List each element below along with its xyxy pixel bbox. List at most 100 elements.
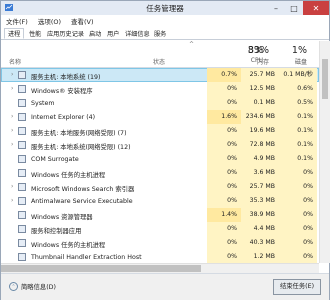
fewer-details-link[interactable]: ⌃ 简略信息(D) (9, 282, 56, 291)
col-disk[interactable]: 磁盘 (277, 57, 307, 66)
process-name: System (31, 99, 55, 107)
cpu-cell: 0% (207, 152, 241, 166)
memory-cell: 1.2 MB (241, 250, 279, 263)
title-bar[interactable]: 任务管理器 – □ ✕ (1, 1, 329, 15)
disk-cell: 0% (279, 236, 317, 250)
memory-cell: 25.7 MB (241, 68, 279, 82)
process-icon (18, 169, 26, 177)
col-status[interactable]: 状态 (153, 57, 165, 66)
process-row[interactable]: › Windows® 安装程序 0% 12.5 MB 0.6% (1, 82, 319, 96)
col-memory[interactable]: 内存 (241, 57, 269, 66)
expand-chevron-icon[interactable]: › (11, 183, 13, 190)
memory-cell: 19.6 MB (241, 124, 279, 138)
sort-indicator: ^ (189, 41, 195, 48)
expand-chevron-icon[interactable]: › (11, 197, 13, 204)
process-icon (18, 155, 26, 163)
memory-cell: 4.9 MB (241, 152, 279, 166)
process-icon (18, 197, 26, 205)
process-list: › 服务主机: 本地系统 (19) 0.7% 25.7 MB 0.1 MB/秒 › Wind… (1, 68, 319, 263)
disk-total: 1% (291, 45, 307, 56)
process-row[interactable]: › Internet Explorer (4) 1.6% 234.6 MB 0.1% (1, 110, 319, 124)
process-name: COM Surrogate (31, 155, 79, 163)
collapse-arrow-icon: ⌃ (9, 282, 18, 291)
process-row[interactable]: › Microsoft Windows Search 索引器 0% 25.7 MB 0% (1, 180, 319, 194)
disk-cell: 0% (279, 222, 317, 236)
disk-cell: 0.1% (279, 152, 317, 166)
process-row[interactable]: › Antimalware Service Executable 0% 35.3 MB… (1, 194, 319, 208)
horizontal-scrollbar[interactable] (1, 263, 319, 273)
memory-cell: 25.7 MB (241, 180, 279, 194)
process-name: Antimalware Service Executable (31, 197, 133, 205)
process-icon (18, 113, 26, 121)
disk-cell: 0.1% (279, 110, 317, 124)
fewer-details-label: 简略信息(D) (21, 284, 56, 291)
disk-cell: 0% (279, 194, 317, 208)
menu-bar: 文件(F) 选项(O) 查看(V) (1, 15, 329, 27)
disk-cell: 0.1% (279, 124, 317, 138)
tab-app-history[interactable]: 应用历史记录 (43, 28, 88, 39)
process-row[interactable]: Windows 任务的主机进程 0% 40.3 MB 0% (1, 236, 319, 250)
process-row[interactable]: Thumbnail Handler Extraction Host 0% 1.2 M… (1, 250, 319, 263)
process-row[interactable]: COM Surrogate 0% 4.9 MB 0.1% (1, 152, 319, 166)
memory-cell: 0.1 MB (241, 96, 279, 110)
cpu-cell: 0.7% (207, 68, 241, 82)
process-icon (18, 183, 26, 191)
process-name: 服务主机: 本地系统 (19) (31, 73, 101, 81)
expand-chevron-icon[interactable]: › (11, 127, 13, 134)
vertical-scroll-thumb[interactable] (322, 59, 328, 99)
tab-services[interactable]: 服务 (150, 28, 170, 39)
memory-cell: 12.5 MB (241, 82, 279, 96)
process-name: Windows 任务的主机进程 (31, 171, 106, 179)
process-icon (18, 211, 26, 219)
expand-chevron-icon[interactable]: › (11, 85, 13, 92)
memory-cell: 4.4 MB (241, 222, 279, 236)
process-name: 服务和控制器应用 (31, 227, 82, 235)
process-row[interactable]: System 0% 0.1 MB 0.5% (1, 96, 319, 110)
process-name: Microsoft Windows Search 索引器 (31, 185, 135, 193)
col-name[interactable]: 名称 (9, 57, 21, 66)
cpu-cell: 0% (207, 96, 241, 110)
tab-bar: 进程 性能 应用历史记录 启动 用户 详细信息 服务 (1, 27, 329, 40)
process-row[interactable]: 服务和控制器应用 0% 4.4 MB 0% (1, 222, 319, 236)
tab-processes[interactable]: 进程 (4, 28, 25, 39)
minimize-button[interactable]: – (267, 1, 285, 15)
cpu-cell: 1.6% (207, 110, 241, 124)
cpu-cell: 0% (207, 138, 241, 152)
disk-cell: 0.5% (279, 96, 317, 110)
menu-options[interactable]: 选项(O) (33, 16, 66, 26)
expand-chevron-icon[interactable]: › (11, 141, 13, 148)
memory-cell: 72.8 MB (241, 138, 279, 152)
footer-bar: ⌃ 简略信息(D) 结束任务(E) (1, 273, 329, 300)
disk-cell: 0% (279, 208, 317, 222)
disk-cell: 0% (279, 166, 317, 180)
expand-chevron-icon[interactable]: › (11, 113, 13, 120)
memory-cell: 40.3 MB (241, 236, 279, 250)
process-icon (18, 225, 26, 233)
process-icon (18, 71, 26, 79)
process-icon (18, 239, 26, 247)
process-row[interactable]: Windows 资源管理器 1.4% 38.9 MB 0% (1, 208, 319, 222)
expand-chevron-icon[interactable]: › (11, 71, 13, 78)
cpu-cell: 0% (207, 82, 241, 96)
process-icon (18, 127, 26, 135)
process-name: Internet Explorer (4) (31, 113, 96, 121)
vertical-scrollbar[interactable] (319, 41, 330, 263)
maximize-button[interactable]: □ (285, 1, 303, 15)
process-row[interactable]: Windows 任务的主机进程 0% 3.6 MB 0% (1, 166, 319, 180)
cpu-cell: 1.4% (207, 208, 241, 222)
process-name: Windows® 安装程序 (31, 87, 93, 95)
horizontal-scroll-thumb[interactable] (1, 265, 201, 272)
menu-view[interactable]: 查看(V) (66, 16, 99, 26)
process-name: 服务主机: 本地服务(网络受限) (7) (31, 129, 127, 137)
menu-file[interactable]: 文件(F) (1, 16, 33, 26)
tab-details[interactable]: 详细信息 (121, 28, 154, 39)
memory-cell: 3.6 MB (241, 166, 279, 180)
process-row[interactable]: › 服务主机: 本地系统(网络受限) (12) 0% 72.8 MB 0.1% (1, 138, 319, 152)
close-button[interactable]: ✕ (303, 1, 329, 15)
cpu-cell: 0% (207, 166, 241, 180)
process-row[interactable]: › 服务主机: 本地服务(网络受限) (7) 0% 19.6 MB 0.1% (1, 124, 319, 138)
end-task-button[interactable]: 结束任务(E) (273, 279, 321, 295)
cpu-cell: 0% (207, 194, 241, 208)
process-row[interactable]: › 服务主机: 本地系统 (19) 0.7% 25.7 MB 0.1 MB/秒 (1, 68, 319, 82)
disk-cell: 0% (279, 180, 317, 194)
